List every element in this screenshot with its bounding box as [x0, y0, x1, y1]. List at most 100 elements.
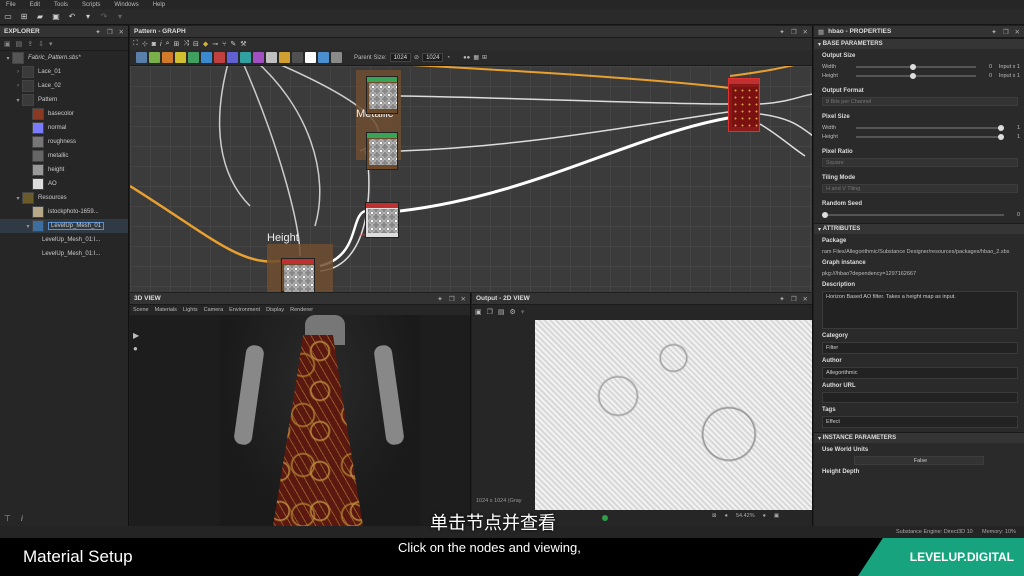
screenshot-icon[interactable]: ◙: [152, 41, 156, 48]
menu-renderer[interactable]: Renderer: [290, 307, 313, 313]
output-height-value[interactable]: 0: [982, 73, 992, 79]
expand-arrow-icon[interactable]: ▾: [14, 195, 22, 202]
3d-viewport[interactable]: [220, 315, 420, 526]
size2-select[interactable]: 1024: [422, 53, 444, 62]
channel-icon[interactable]: ▾: [521, 308, 525, 316]
explorer-item[interactable]: › Lace_02: [0, 79, 128, 93]
description-field[interactable]: Horizon Based AO filter. Takes a height …: [822, 291, 1018, 329]
zoom-level[interactable]: 54.42%: [736, 513, 755, 519]
tiling-mode-select[interactable]: H and V Tiling: [822, 184, 1018, 193]
python-icon[interactable]: ◆: [203, 40, 208, 48]
explorer-item[interactable]: LevelUp_Mesh_01:I...: [0, 247, 128, 261]
search-icon[interactable]: ⌕: [166, 40, 170, 48]
pixel-width-value[interactable]: 1: [1010, 125, 1024, 131]
node-type-icon[interactable]: [214, 52, 225, 63]
graph-node-transform[interactable]: [728, 78, 760, 132]
expand-arrow-icon[interactable]: ▾: [4, 55, 12, 62]
author-url-field[interactable]: [822, 392, 1018, 403]
pixel-ratio-select[interactable]: Square: [822, 158, 1018, 167]
node-type-icon[interactable]: [227, 52, 238, 63]
attributes-section[interactable]: ▾ ATTRIBUTES: [814, 223, 1024, 234]
grid-icon[interactable]: ▦: [473, 54, 479, 61]
float-icon[interactable]: ❐: [1003, 28, 1009, 36]
node-type-icon[interactable]: [240, 52, 251, 63]
shuffle-icon[interactable]: ⤨: [183, 40, 189, 48]
explorer-item[interactable]: normal: [0, 121, 128, 135]
float-icon[interactable]: ❐: [791, 295, 797, 303]
node-type-icon[interactable]: [162, 52, 173, 63]
new-file-icon[interactable]: ▭: [3, 12, 13, 22]
save-icon[interactable]: ▣: [51, 12, 61, 22]
zoom-reset-icon[interactable]: ●: [763, 513, 766, 519]
node-type-icon[interactable]: [279, 52, 290, 63]
author-field[interactable]: Allegorithmic: [822, 367, 1018, 379]
random-icon[interactable]: ◔: [446, 55, 450, 61]
graph-node-height[interactable]: [281, 258, 315, 292]
base-parameters-section[interactable]: ▾ BASE PARAMETERS: [814, 38, 1024, 49]
frame-all-icon[interactable]: ⛶: [133, 40, 138, 48]
node-type-icon[interactable]: [253, 52, 264, 63]
output-width-relative[interactable]: Input x 1: [992, 64, 1024, 70]
new-graph-icon[interactable]: ⊞: [19, 12, 29, 22]
copy-icon[interactable]: ❐: [487, 308, 493, 316]
pixel-height-slider[interactable]: [856, 133, 1005, 140]
tool-icon[interactable]: ✎: [230, 40, 236, 48]
graph-node-metallic-b[interactable]: [366, 132, 398, 170]
menu-windows[interactable]: Windows: [114, 2, 138, 8]
parent-size-select[interactable]: 1024: [389, 53, 412, 62]
node-type-icon[interactable]: [266, 52, 277, 63]
expand-arrow-icon[interactable]: ▾: [14, 97, 22, 104]
menu-camera[interactable]: Camera: [204, 307, 224, 313]
menu-edit[interactable]: Edit: [30, 2, 40, 8]
import-icon[interactable]: ⇩: [38, 40, 44, 48]
output-width-slider[interactable]: [856, 63, 976, 70]
explorer-item[interactable]: basecolor: [0, 107, 128, 121]
node-type-icon[interactable]: [188, 52, 199, 63]
explorer-item[interactable]: ▾ Resources: [0, 191, 128, 205]
undo-icon[interactable]: ↶: [67, 12, 77, 22]
save-image-icon[interactable]: ▤: [498, 308, 505, 316]
wrench-icon[interactable]: ⚒: [240, 40, 246, 48]
layout-icon[interactable]: ▣: [475, 308, 482, 316]
dot-icon[interactable]: ●: [725, 513, 728, 519]
category-field[interactable]: Filter: [822, 342, 1018, 354]
random-seed-slider[interactable]: [822, 211, 1004, 218]
link-icon[interactable]: ⊸: [212, 40, 218, 48]
align-icon[interactable]: ⊞: [174, 40, 180, 48]
light-icon[interactable]: ●: [133, 344, 139, 353]
options-icon[interactable]: ▾: [49, 40, 53, 48]
menu-scripts[interactable]: Scripts: [82, 2, 100, 8]
close-icon[interactable]: ✕: [803, 28, 808, 36]
explorer-item[interactable]: roughness: [0, 135, 128, 149]
fit-icon[interactable]: ⊠: [712, 513, 717, 519]
explorer-item[interactable]: ▾ LevelUp_Mesh_01: [0, 219, 128, 233]
menu-environment[interactable]: Environment: [229, 307, 260, 313]
explorer-item[interactable]: ▾ Fabric_Pattern.sbs*: [0, 51, 128, 65]
node-type-icon[interactable]: [318, 52, 329, 63]
output-format-select[interactable]: 8 Bits per Channel: [822, 97, 1018, 106]
branch-icon[interactable]: ⑂: [222, 41, 226, 48]
save-icon[interactable]: ▣: [4, 40, 11, 48]
frame-selected-icon[interactable]: ⊹: [142, 40, 148, 48]
node-type-icon[interactable]: [175, 52, 186, 63]
pin-icon[interactable]: ✦: [991, 28, 996, 36]
menu-help[interactable]: Help: [153, 2, 165, 8]
undo-dropdown-icon[interactable]: ▾: [83, 12, 93, 22]
node-type-icon[interactable]: [201, 52, 212, 63]
explorer-item[interactable]: › Lace_01: [0, 65, 128, 79]
output-height-relative[interactable]: Input x 1: [992, 73, 1024, 79]
use-world-units-toggle[interactable]: False: [854, 456, 984, 465]
pixel-width-slider[interactable]: [856, 124, 1005, 131]
node-type-icon[interactable]: [136, 52, 147, 63]
expand-arrow-icon[interactable]: ›: [14, 83, 22, 89]
new-icon[interactable]: ▤: [16, 40, 23, 48]
info-icon[interactable]: i: [160, 41, 162, 48]
snap-icon[interactable]: ⊞: [482, 54, 487, 61]
pixel-height-value[interactable]: 1: [1010, 134, 1024, 140]
menu-lights[interactable]: Lights: [183, 307, 198, 313]
filter-icon[interactable]: ⊤: [4, 514, 11, 523]
explorer-item[interactable]: ▾ Pattern: [0, 93, 128, 107]
link-icon[interactable]: ⊘: [414, 54, 419, 61]
layout-icon[interactable]: ⊟: [193, 40, 199, 48]
pin-icon[interactable]: ✦: [779, 28, 784, 36]
